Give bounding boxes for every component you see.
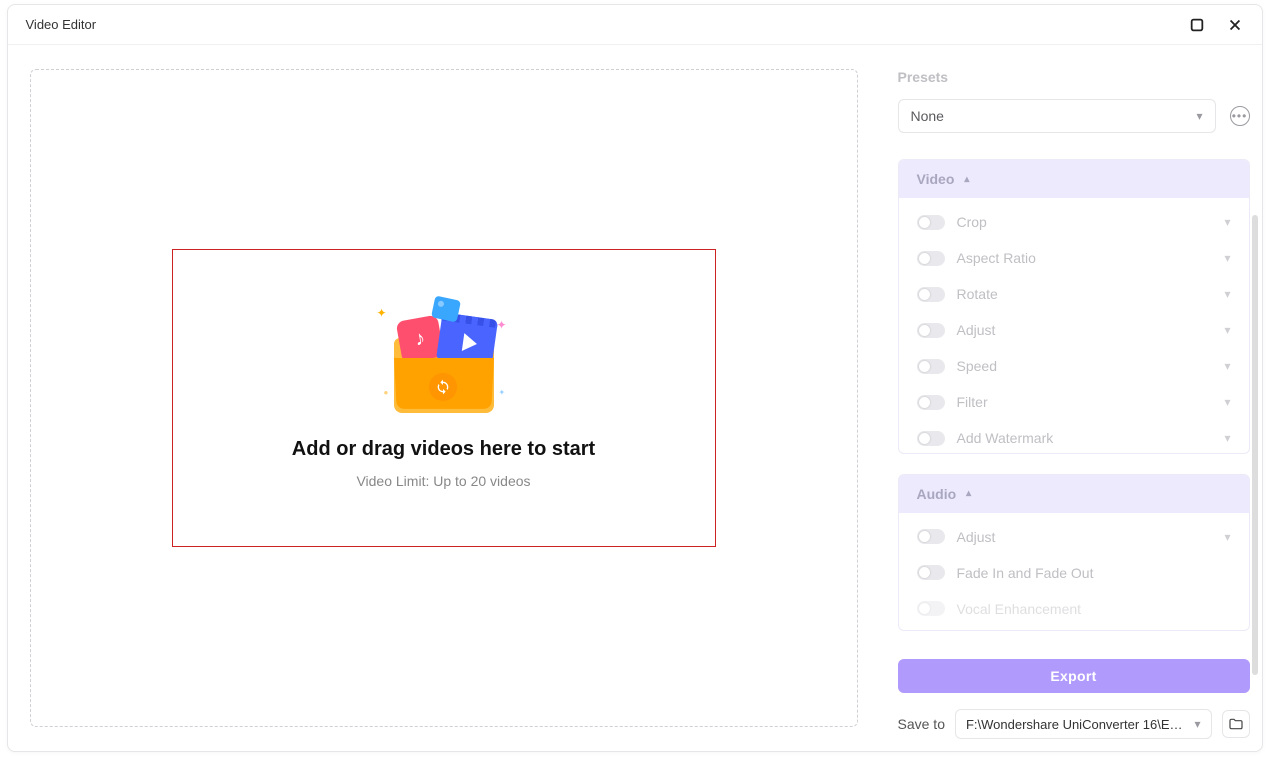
presets-heading: Presets <box>898 69 1250 85</box>
label-filter: Filter <box>957 394 988 410</box>
preset-more-button[interactable]: ••• <box>1230 106 1250 126</box>
titlebar: Video Editor <box>8 5 1262 45</box>
footer: Export Save to F:\Wondershare UniConvert… <box>898 651 1250 739</box>
row-fade[interactable]: Fade In and Fade Out <box>917 555 1231 591</box>
toggle-adjust-video[interactable] <box>917 323 945 338</box>
section-title-audio: Audio <box>917 486 957 502</box>
open-folder-button[interactable] <box>1222 710 1250 738</box>
row-speed[interactable]: Speed ▾ <box>917 348 1231 384</box>
chevron-down-icon[interactable]: ▾ <box>1224 287 1230 301</box>
dropzone-subline: Video Limit: Up to 20 videos <box>356 473 530 489</box>
label-speed: Speed <box>957 358 997 374</box>
window-controls <box>1188 16 1244 34</box>
refresh-icon <box>429 373 457 401</box>
body: ♪ ✦ ✦ ✦ ● Add or drag videos here to s <box>8 45 1262 751</box>
label-fade: Fade In and Fade Out <box>957 565 1094 581</box>
label-vocal-enhancement: Vocal Enhancement <box>957 601 1082 617</box>
close-button[interactable] <box>1226 16 1244 34</box>
export-button[interactable]: Export <box>898 659 1250 693</box>
save-path-value: F:\Wondershare UniConverter 16\Edited <box>966 717 1188 732</box>
chevron-down-icon[interactable]: ▾ <box>1224 395 1230 409</box>
save-path-dropdown[interactable]: F:\Wondershare UniConverter 16\Edited ▾ <box>955 709 1212 739</box>
row-filter[interactable]: Filter ▾ <box>917 384 1231 420</box>
label-crop: Crop <box>957 214 987 230</box>
label-audio-adjust: Adjust <box>957 529 996 545</box>
section-header-audio[interactable]: Audio ▴ <box>899 475 1249 513</box>
right-sidebar: Presets None ▾ ••• Video ▴ <box>880 45 1262 751</box>
toggle-aspect-ratio[interactable] <box>917 251 945 266</box>
row-rotate[interactable]: Rotate ▾ <box>917 276 1231 312</box>
toggle-watermark[interactable] <box>917 431 945 446</box>
row-adjust-video[interactable]: Adjust ▾ <box>917 312 1231 348</box>
toggle-audio-adjust[interactable] <box>917 529 945 544</box>
row-audio-adjust[interactable]: Adjust ▾ <box>917 519 1231 555</box>
preset-dropdown[interactable]: None ▾ <box>898 99 1216 133</box>
section-body-video: Crop ▾ Aspect Ratio ▾ Rotate ▾ <box>899 198 1249 454</box>
toggle-vocal-enhancement[interactable] <box>917 601 945 616</box>
folder-icon <box>1228 716 1244 732</box>
preset-selected-value: None <box>911 108 944 124</box>
label-rotate: Rotate <box>957 286 998 302</box>
chevron-down-icon[interactable]: ▾ <box>1224 215 1230 229</box>
chevron-down-icon: ▾ <box>1194 717 1200 731</box>
label-adjust-video: Adjust <box>957 322 996 338</box>
video-dropzone[interactable]: ♪ ✦ ✦ ✦ ● Add or drag videos here to s <box>30 69 858 727</box>
chevron-down-icon[interactable]: ▾ <box>1224 431 1230 445</box>
preset-row: None ▾ ••• <box>898 99 1250 133</box>
section-title-video: Video <box>917 171 955 187</box>
chevron-up-icon: ▴ <box>964 174 969 185</box>
export-label: Export <box>1050 668 1096 684</box>
maximize-button[interactable] <box>1188 16 1206 34</box>
row-crop[interactable]: Crop ▾ <box>917 204 1231 240</box>
section-audio: Audio ▴ Adjust ▾ Fade In and Fade Out <box>898 474 1250 631</box>
section-header-video[interactable]: Video ▴ <box>899 160 1249 198</box>
row-vocal-enhancement[interactable]: Vocal Enhancement <box>917 591 1231 627</box>
video-editor-window: Video Editor ♪ <box>7 4 1263 752</box>
toggle-rotate[interactable] <box>917 287 945 302</box>
toggle-filter[interactable] <box>917 395 945 410</box>
row-aspect-ratio[interactable]: Aspect Ratio ▾ <box>917 240 1231 276</box>
save-to-label: Save to <box>898 716 945 732</box>
chevron-up-icon: ▴ <box>966 488 971 499</box>
chevron-down-icon[interactable]: ▾ <box>1224 359 1230 373</box>
dropzone-headline: Add or drag videos here to start <box>292 438 595 461</box>
chevron-down-icon[interactable]: ▾ <box>1224 530 1230 544</box>
chevron-down-icon[interactable]: ▾ <box>1224 251 1230 265</box>
label-aspect-ratio: Aspect Ratio <box>957 250 1036 266</box>
highlighted-dropzone[interactable]: ♪ ✦ ✦ ✦ ● Add or drag videos here to s <box>172 249 716 547</box>
scrollbar[interactable] <box>1252 215 1258 675</box>
save-to-row: Save to F:\Wondershare UniConverter 16\E… <box>898 709 1250 739</box>
section-video: Video ▴ Crop ▾ Aspect Ratio ▾ <box>898 159 1250 454</box>
chevron-down-icon: ▾ <box>1196 109 1202 123</box>
window-title: Video Editor <box>26 17 97 32</box>
dropzone-illustration: ♪ ✦ ✦ ✦ ● <box>369 288 519 418</box>
toggle-crop[interactable] <box>917 215 945 230</box>
ellipsis-icon: ••• <box>1232 109 1248 123</box>
left-panel: ♪ ✦ ✦ ✦ ● Add or drag videos here to s <box>8 45 880 751</box>
toggle-fade[interactable] <box>917 565 945 580</box>
image-icon <box>430 295 460 322</box>
section-body-audio: Adjust ▾ Fade In and Fade Out Vocal Enha… <box>899 513 1249 631</box>
chevron-down-icon[interactable]: ▾ <box>1224 323 1230 337</box>
toggle-speed[interactable] <box>917 359 945 374</box>
row-watermark[interactable]: Add Watermark ▾ <box>917 420 1231 454</box>
label-watermark: Add Watermark <box>957 430 1054 446</box>
